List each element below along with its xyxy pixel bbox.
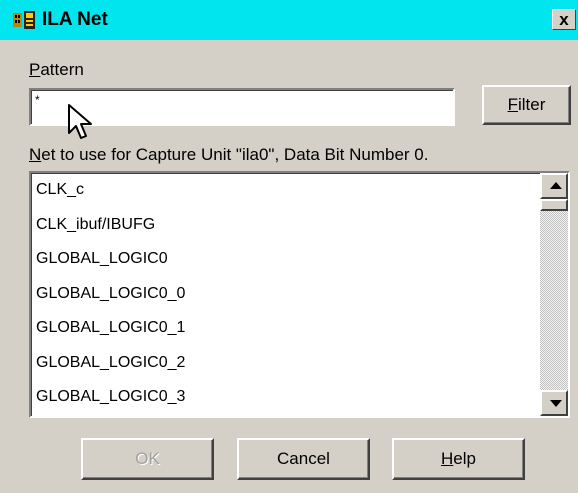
net-listbox[interactable]: CLK_c CLK_ibuf/IBUFG GLOBAL_LOGIC0 GLOBA… xyxy=(29,171,570,418)
mouse-pointer-icon xyxy=(68,104,92,139)
net-list: CLK_c CLK_ibuf/IBUFG GLOBAL_LOGIC0 GLOBA… xyxy=(31,173,540,415)
pattern-label-accel: P xyxy=(29,60,41,79)
list-item[interactable]: CLK_c xyxy=(31,173,540,208)
list-item[interactable]: GLOBAL_LOGIC0_3 xyxy=(31,380,540,415)
close-button[interactable]: x xyxy=(552,9,576,30)
filter-button-label: ilter xyxy=(517,95,546,114)
filter-button[interactable]: Filter xyxy=(482,85,571,125)
help-button-label: elp xyxy=(453,449,476,468)
ok-button-label: OK xyxy=(135,449,160,468)
net-list-label: Net to use for Capture Unit "ila0", Data… xyxy=(29,145,428,165)
pattern-label: Pattern xyxy=(29,60,84,80)
vertical-scrollbar[interactable] xyxy=(540,173,568,416)
list-item[interactable]: GLOBAL_LOGIC0 xyxy=(31,242,540,277)
net-list-label-accel: N xyxy=(29,145,42,164)
arrow-up-icon xyxy=(550,182,562,189)
scroll-up-button[interactable] xyxy=(540,173,568,199)
help-button-accel: H xyxy=(441,449,454,468)
list-item[interactable]: GLOBAL_LOGIC0_2 xyxy=(31,346,540,381)
app-icon xyxy=(13,11,35,29)
scrollbar-thumb[interactable] xyxy=(540,199,568,211)
list-item[interactable]: GLOBAL_LOGIC0_1 xyxy=(31,311,540,346)
close-icon: x xyxy=(559,10,569,29)
ila-net-dialog: ILA Net x Pattern * Filter Net to use fo… xyxy=(0,0,578,493)
net-list-label-text: et to use for Capture Unit "ila0", Data … xyxy=(41,145,429,164)
arrow-down-icon xyxy=(550,400,562,407)
list-item[interactable]: GLOBAL_LOGIC0_0 xyxy=(31,277,540,312)
list-item[interactable]: CLK_ibuf/IBUFG xyxy=(31,208,540,243)
pattern-input-value: * xyxy=(35,93,40,107)
filter-button-accel: F xyxy=(507,95,518,114)
cancel-button-label: Cancel xyxy=(277,449,330,468)
pattern-label-text: attern xyxy=(40,60,84,79)
window-title: ILA Net xyxy=(42,9,108,30)
title-bar[interactable]: ILA Net x xyxy=(0,0,578,40)
cancel-button[interactable]: Cancel xyxy=(237,438,370,480)
ok-button[interactable]: OK xyxy=(81,438,214,480)
help-button[interactable]: Help xyxy=(392,438,525,480)
scroll-down-button[interactable] xyxy=(540,390,568,416)
